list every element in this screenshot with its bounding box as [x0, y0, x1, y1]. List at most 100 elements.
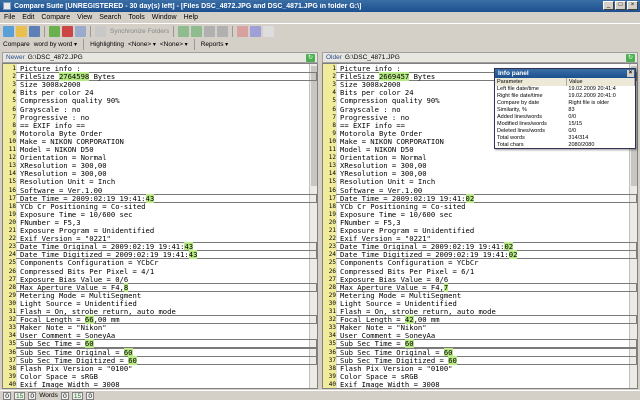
- close-button[interactable]: ×: [627, 1, 638, 10]
- col-value[interactable]: Value: [566, 78, 635, 86]
- info-row: Total chars 2080/2080: [495, 142, 635, 148]
- sync-folders-button[interactable]: Synchronize Folders: [110, 28, 169, 35]
- menu-help[interactable]: Help: [184, 14, 198, 21]
- info-row: Added lines/words 0/0: [495, 114, 635, 121]
- info-param: Modified lines/words: [497, 121, 547, 127]
- left-file-path[interactable]: G:\DSC_4872.JPG: [28, 54, 83, 61]
- compare-mode-dropdown[interactable]: word by word: [34, 41, 77, 48]
- info-value: 19.02.2009 20:41:0: [568, 93, 616, 99]
- left-pane-header: Newer G:\DSC_4872.JPG ↻: [2, 52, 318, 63]
- next-diff-icon[interactable]: [191, 25, 203, 37]
- main-toolbar: Synchronize Folders: [0, 23, 640, 38]
- info-panel-title-text: Info panel: [498, 70, 529, 77]
- right-file-path[interactable]: G:\DSC_4871.JPG: [345, 54, 400, 61]
- new-compare-icon[interactable]: [3, 25, 14, 37]
- status-count: 0: [60, 391, 69, 400]
- menu-edit[interactable]: Edit: [22, 14, 34, 21]
- menu-tools[interactable]: Tools: [128, 14, 144, 21]
- toolbar-separator: [232, 25, 234, 37]
- close-icon[interactable]: ×: [627, 70, 634, 77]
- info-row: Modified lines/words 15/15: [495, 121, 635, 128]
- info-row: Deleted lines/words 0/0: [495, 128, 635, 135]
- col-parameter[interactable]: Parameter: [495, 78, 567, 86]
- app-icon: [3, 2, 11, 10]
- info-row: Compare by date Right file is older: [495, 100, 635, 107]
- compare-toolbar: Compare word by word Highlighting <None>…: [0, 38, 640, 50]
- menu-compare[interactable]: Compare: [41, 14, 70, 21]
- status-count: 0: [86, 391, 95, 400]
- prev-diff-icon[interactable]: [178, 25, 190, 37]
- info-row: Right file date/time 19.02.2009 20:41:0: [495, 93, 635, 100]
- line-number: 40: [323, 379, 336, 388]
- menu-file[interactable]: File: [4, 14, 15, 21]
- line-text: Exif Image Width = 3008: [20, 379, 120, 389]
- right-side-label: Older: [326, 54, 342, 61]
- swap-icon[interactable]: [75, 25, 86, 37]
- info-row: Similarity, % 83: [495, 107, 635, 114]
- compare-label: Compare: [3, 40, 30, 48]
- menu-bar: File Edit Compare View Search Tools Wind…: [0, 12, 640, 23]
- save-icon[interactable]: [29, 25, 40, 37]
- highlight-dropdown-2[interactable]: <None>: [160, 41, 188, 48]
- refresh-right-icon[interactable]: ↻: [626, 54, 635, 62]
- text-segment: Exif Image Width = 3008: [20, 379, 120, 389]
- toolbar-separator: [173, 25, 175, 37]
- info-param: Compare by date: [497, 100, 540, 106]
- info-param: Total words: [497, 135, 525, 141]
- minimize-button[interactable]: _: [603, 1, 614, 10]
- info-param: Left file date/time: [497, 86, 539, 92]
- info-value: 0/0: [568, 128, 577, 134]
- info-row: Total words 314/314: [495, 135, 635, 142]
- info-row: Left file date/time 19.02.2009 20:41:4: [495, 86, 635, 93]
- highlight-dropdown-1[interactable]: <None>: [128, 41, 156, 48]
- toolbar-separator: [83, 38, 85, 50]
- info-value: 19.02.2009 20:41:4: [568, 86, 616, 92]
- refresh-left-icon[interactable]: ↻: [306, 54, 315, 62]
- menu-search[interactable]: Search: [99, 14, 121, 21]
- status-count: 0: [3, 391, 11, 400]
- line-text: Exif Image Width = 3008: [340, 379, 440, 389]
- info-value: 0/0: [568, 114, 577, 120]
- info-value: Right file is older: [568, 100, 610, 106]
- first-diff-icon[interactable]: [204, 25, 216, 37]
- highlighting-label: Highlighting: [90, 40, 125, 48]
- info-param: Added lines/words: [497, 114, 542, 120]
- options-icon[interactable]: [263, 25, 275, 37]
- info-table: Parameter Value Left file date/time 19.02…: [495, 78, 635, 148]
- left-side-label: Newer: [6, 54, 25, 61]
- info-panel-title: Info panel ×: [495, 69, 635, 78]
- info-param: Similarity, %: [497, 107, 527, 113]
- toolbar-separator: [90, 25, 91, 37]
- compare-icon[interactable]: [49, 25, 60, 37]
- toolbar-separator: [44, 25, 45, 37]
- left-text-pane[interactable]: 1 Picture info :2 FileSize 2764598 Bytes 3 S…: [2, 63, 318, 389]
- info-panel[interactable]: Info panel × Parameter Value Left file d…: [494, 68, 636, 149]
- stop-icon[interactable]: [62, 25, 73, 37]
- status-count: 15: [71, 391, 84, 400]
- text-segment: Exif Image Width = 3008: [340, 379, 440, 389]
- menu-window[interactable]: Window: [152, 14, 177, 21]
- right-pane-header: Older G:\DSC_4871.JPG ↻: [322, 52, 638, 63]
- info-value: 15/15: [568, 121, 583, 127]
- maximize-button[interactable]: □: [615, 1, 626, 10]
- window-title: Compare Suite [UNREGISTERED - 30 day(s) …: [14, 2, 362, 10]
- info-param: Deleted lines/words: [497, 128, 545, 134]
- menu-view[interactable]: View: [77, 14, 92, 21]
- status-count: 15: [14, 391, 26, 400]
- text-line[interactable]: 40 Exif Image Width = 3008: [323, 379, 637, 389]
- status-words-label: Words: [39, 392, 58, 399]
- status-count: 0: [28, 391, 37, 400]
- title-bar: Compare Suite [UNREGISTERED - 30 day(s) …: [0, 0, 640, 12]
- sync-icon[interactable]: [95, 25, 106, 37]
- info-value: 314/314: [568, 135, 589, 141]
- info-param: Total chars: [497, 142, 524, 148]
- report-icon[interactable]: [250, 25, 262, 37]
- line-number: 40: [3, 379, 16, 388]
- last-diff-icon[interactable]: [217, 25, 229, 37]
- find-icon[interactable]: [237, 25, 249, 37]
- info-value: 83: [568, 107, 575, 113]
- reports-dropdown[interactable]: Reports: [201, 41, 228, 48]
- info-param: Right file date/time: [497, 93, 543, 99]
- open-folder-icon[interactable]: [16, 25, 27, 37]
- text-line[interactable]: 40 Exif Image Width = 3008: [3, 379, 317, 389]
